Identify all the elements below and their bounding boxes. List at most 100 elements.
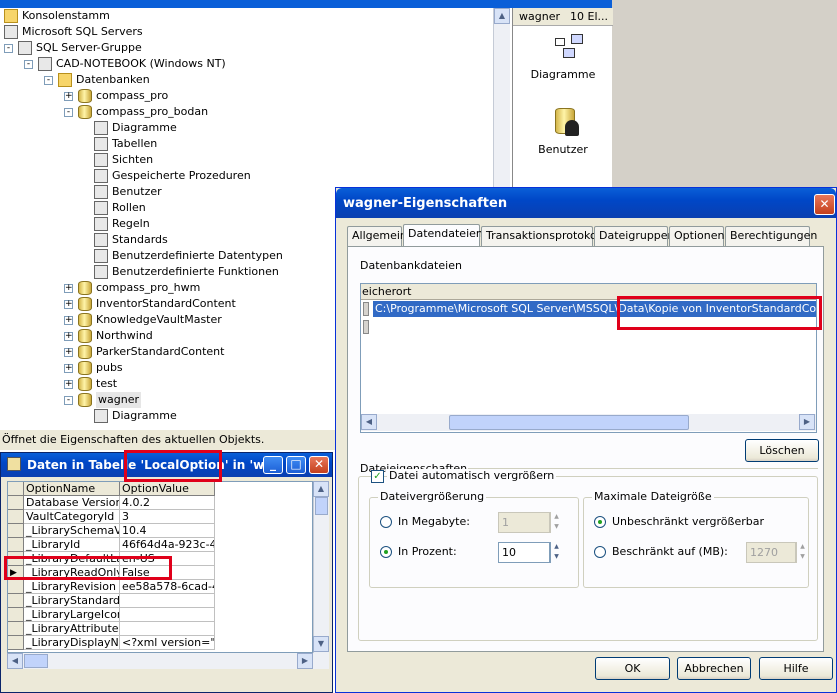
in-percent-input[interactable]: 10 (498, 542, 550, 563)
grid-scroll-right-icon[interactable]: ▶ (297, 653, 313, 669)
row-header[interactable] (8, 622, 24, 636)
tree-item[interactable]: - SQL Server-Gruppe (0, 40, 493, 56)
row-header[interactable] (8, 496, 24, 510)
grid-vertical-scrollbar[interactable]: ▲ ▼ (313, 481, 329, 653)
in-megabyte-label[interactable]: In Megabyte: (398, 515, 470, 528)
tab-dateigruppen[interactable]: Dateigruppen (594, 226, 675, 246)
limited-input[interactable]: 1270 (746, 542, 796, 563)
cancel-button[interactable]: Abbrechen (677, 657, 751, 680)
files-hscroll-thumb[interactable] (449, 415, 689, 430)
grid-cell-value[interactable]: 4.0.2 (120, 496, 215, 510)
grid-scroll-up-icon[interactable]: ▲ (313, 481, 329, 497)
dialog-close-icon[interactable]: ✕ (814, 194, 835, 215)
megabyte-spinner-icon[interactable]: ▲ ▼ (550, 512, 562, 533)
collapse-minus-icon[interactable]: - (44, 76, 53, 85)
grid-hscroll-thumb[interactable] (24, 654, 48, 668)
grid-cell-value[interactable]: 3 (120, 510, 215, 524)
tree-item[interactable]: - Datenbanken (0, 72, 493, 88)
limited-radio[interactable] (594, 546, 606, 558)
expand-plus-icon[interactable]: + (64, 300, 73, 309)
row-header[interactable] (8, 524, 24, 538)
tree-item[interactable]: Diagramme (0, 120, 493, 136)
close-button[interactable]: ✕ (309, 456, 329, 474)
grid-cell-value[interactable] (120, 594, 215, 608)
grid-header-optionname[interactable]: OptionName (24, 482, 120, 496)
tab-allgemein[interactable]: Allgemein (347, 226, 407, 246)
row-selector[interactable] (363, 302, 369, 316)
help-button[interactable]: Hilfe (759, 657, 833, 680)
in-percent-radio[interactable] (380, 546, 392, 558)
grid-cell-name[interactable]: VaultCategoryId (24, 510, 120, 524)
grid-cell-value[interactable] (120, 622, 215, 636)
scroll-up-arrow-icon[interactable]: ▲ (494, 8, 510, 24)
tree-item[interactable]: - CAD-NOTEBOOK (Windows NT) (0, 56, 493, 72)
auto-grow-label[interactable]: Datei automatisch vergrößern (387, 469, 557, 482)
in-megabyte-input[interactable]: 1 (498, 512, 550, 533)
limited-label[interactable]: Beschränkt auf (MB): (612, 545, 728, 558)
files-horizontal-scrollbar[interactable]: ◀ ▶ (361, 414, 816, 431)
row-header[interactable] (8, 510, 24, 524)
in-percent-label[interactable]: In Prozent: (398, 545, 457, 558)
delete-button[interactable]: Löschen (745, 439, 819, 462)
tree-item[interactable]: Gespeicherte Prozeduren (0, 168, 493, 184)
maximize-button[interactable]: □ (286, 456, 306, 474)
limited-spinner-icon[interactable]: ▲ ▼ (796, 542, 808, 563)
grid-cell-value[interactable] (120, 608, 215, 622)
user-icon[interactable] (555, 108, 581, 138)
grid-cell-name[interactable]: _LibraryAttributes (24, 622, 120, 636)
tree-item[interactable]: - compass_pro_bodan (0, 104, 493, 120)
row-selector-new[interactable] (363, 320, 369, 334)
grid-cell-name[interactable]: _LibraryLargeIcon (24, 608, 120, 622)
collapse-minus-icon[interactable]: - (64, 396, 73, 405)
details-item-diagramme[interactable]: Diagramme (513, 68, 613, 81)
unlimited-label[interactable]: Unbeschränkt vergrößerbar (612, 515, 764, 528)
grid-horizontal-scrollbar[interactable]: ◀ ▶ (7, 653, 329, 669)
grid-scroll-left-icon[interactable]: ◀ (7, 653, 23, 669)
grid-cell-name[interactable]: _LibraryRevision (24, 580, 120, 594)
expand-plus-icon[interactable]: + (64, 332, 73, 341)
collapse-minus-icon[interactable]: - (24, 60, 33, 69)
collapse-minus-icon[interactable]: - (4, 44, 13, 53)
grid-cell-name[interactable]: Database Version (24, 496, 120, 510)
tree-item[interactable]: Tabellen (0, 136, 493, 152)
grid-cell-value[interactable]: ee58a578-6cad-48 (120, 580, 215, 594)
grid-scroll-down-icon[interactable]: ▼ (313, 636, 329, 652)
percent-spinner-icon[interactable]: ▲ ▼ (550, 542, 562, 563)
row-header[interactable] (8, 608, 24, 622)
row-header[interactable] (8, 580, 24, 594)
grid-cell-name[interactable]: _LibraryId (24, 538, 120, 552)
in-megabyte-radio[interactable] (380, 516, 392, 528)
tab-datendateien[interactable]: Datendateien (403, 224, 483, 247)
expand-plus-icon[interactable]: + (64, 348, 73, 357)
tree-item[interactable]: Sichten (0, 152, 493, 168)
expand-plus-icon[interactable]: + (64, 316, 73, 325)
details-item-benutzer[interactable]: Benutzer (513, 143, 613, 156)
minimize-button[interactable]: _ (263, 456, 283, 474)
tab-berechtigungen[interactable]: Berechtigungen (725, 226, 817, 246)
grid-cell-name[interactable]: _LibrarySchemaVer (24, 524, 120, 538)
row-header[interactable] (8, 594, 24, 608)
files-scroll-left-icon[interactable]: ◀ (361, 414, 377, 430)
grid-scroll-thumb[interactable] (315, 497, 328, 515)
tab-transaktionsprotokoll[interactable]: Transaktionsprotokoll (481, 226, 603, 246)
tree-item[interactable]: -Microsoft SQL Servers (0, 24, 493, 40)
tab-optionen[interactable]: Optionen (669, 226, 724, 246)
row-header[interactable] (8, 538, 24, 552)
expand-plus-icon[interactable]: + (64, 92, 73, 101)
expand-plus-icon[interactable]: + (64, 380, 73, 389)
dialog-titlebar[interactable]: wagner-Eigenschaften ✕ (336, 188, 836, 218)
collapse-minus-icon[interactable]: - (64, 108, 73, 117)
ok-button[interactable]: OK (595, 657, 670, 680)
row-header[interactable] (8, 636, 24, 650)
tree-item[interactable]: Konsolenstamm (0, 8, 493, 24)
grid-cell-value[interactable]: <?xml version="1.0 (120, 636, 215, 650)
expand-plus-icon[interactable]: + (64, 284, 73, 293)
grid-cell-name[interactable]: _LibraryStandardIc (24, 594, 120, 608)
grid-corner[interactable] (8, 482, 24, 496)
grid-header-optionvalue[interactable]: OptionValue (120, 482, 215, 496)
expand-plus-icon[interactable]: + (64, 364, 73, 373)
unlimited-radio[interactable] (594, 516, 606, 528)
files-scroll-right-icon[interactable]: ▶ (799, 414, 815, 430)
diagram-icon[interactable] (555, 34, 585, 60)
grid-cell-name[interactable]: _LibraryDisplayNam (24, 636, 120, 650)
